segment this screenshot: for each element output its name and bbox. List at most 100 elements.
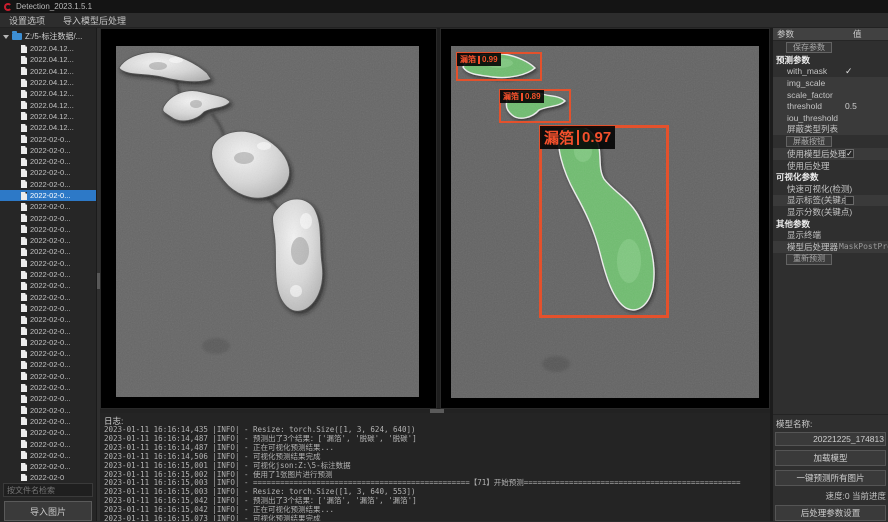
tree-item[interactable]: 2022-02-0...	[0, 156, 96, 167]
model-section: 模型名称: 20221225_174813 加载模型 一键预测所有图片 速度:0…	[773, 414, 888, 521]
filename-search-input[interactable]	[3, 483, 93, 497]
tree-item[interactable]: 2022.04.12...	[0, 77, 96, 88]
param-row[interactable]: scale_factor	[773, 89, 888, 101]
tree-item[interactable]: 2022-02-0...	[0, 461, 96, 472]
tree-item[interactable]: 2022.04.12...	[0, 54, 96, 65]
scrollbar-handle[interactable]	[430, 409, 444, 413]
import-images-button[interactable]: 导入图片	[4, 501, 92, 521]
tree-item[interactable]: 2022.04.12...	[0, 66, 96, 77]
folder-icon	[12, 33, 22, 40]
file-icon	[21, 372, 27, 380]
tree-item[interactable]: 2022-02-0...	[0, 438, 96, 449]
menu-item-import-postprocess[interactable]: 导入模型后处理	[54, 13, 135, 27]
tree-item[interactable]: 2022-02-0...	[0, 167, 96, 178]
param-button[interactable]: 屏蔽按钮	[786, 136, 832, 147]
tree-item[interactable]: 2022-02-0...	[0, 405, 96, 416]
file-tree[interactable]: Z:/5-标注数据/... 2022.04.12...2022.04.12...…	[0, 28, 96, 481]
param-label: scale_factor	[787, 90, 833, 100]
param-row[interactable]: 显示终端	[773, 229, 888, 241]
tree-item[interactable]: 2022-02-0...	[0, 258, 96, 269]
file-icon	[21, 361, 27, 369]
tree-item[interactable]: 2022-02-0...	[0, 303, 96, 314]
progress-text: 速度:0 当前进度	[773, 486, 888, 505]
param-row[interactable]: 显示分数(关键点)	[773, 206, 888, 218]
detection-class-name: 漏箔	[460, 54, 476, 65]
param-row[interactable]: 屏蔽类型列表	[773, 124, 888, 136]
tree-item[interactable]: 2022.04.12...	[0, 99, 96, 110]
load-model-button[interactable]: 加载模型	[775, 450, 886, 466]
tree-item[interactable]: 2022-02-0...	[0, 179, 96, 190]
log-area[interactable]: 日志: 2023-01-11 16:16:14,435 |INFO| - Res…	[100, 413, 770, 521]
predict-all-button[interactable]: 一键预测所有图片	[775, 470, 886, 486]
tree-item[interactable]: 2022-02-0...	[0, 450, 96, 461]
param-row[interactable]: 使用后处理	[773, 160, 888, 172]
file-icon	[21, 259, 27, 267]
menu-item-settings[interactable]: 设置选项	[0, 13, 54, 27]
tree-item-label: 2022-02-0...	[30, 293, 70, 302]
tree-item[interactable]: 2022-02-0...	[0, 371, 96, 382]
file-icon	[21, 248, 27, 256]
param-row[interactable]: threshold0.5	[773, 100, 888, 112]
file-icon	[21, 350, 27, 358]
tree-item[interactable]: 2022-02-0...	[0, 337, 96, 348]
tree-item[interactable]: 2022-02-0...	[0, 427, 96, 438]
param-row[interactable]: img_scale	[773, 77, 888, 89]
tree-item[interactable]: 2022-02-0...	[0, 292, 96, 303]
tree-item[interactable]: 2022.04.12...	[0, 88, 96, 99]
param-button[interactable]: 保存参数	[786, 42, 832, 53]
param-row[interactable]: 显示标签(关键点)	[773, 195, 888, 207]
tree-item-label: 2022-02-0...	[30, 394, 70, 403]
param-row[interactable]: 模型后处理器MaskPostPro	[773, 241, 888, 253]
tree-item[interactable]: 2022-02-0...	[0, 224, 96, 235]
tree-item[interactable]: 2022-02-0...	[0, 359, 96, 370]
file-icon	[21, 451, 27, 459]
tree-item[interactable]: 2022-02-0...	[0, 269, 96, 280]
tree-item[interactable]: 2022-02-0...	[0, 416, 96, 427]
param-label: 快速可视化(检测)	[787, 183, 852, 195]
param-button[interactable]: 重新预测	[786, 254, 832, 265]
tree-item[interactable]: 2022-02-0...	[0, 201, 96, 212]
tree-item-label: 2022-02-0...	[30, 372, 70, 381]
file-icon	[21, 429, 27, 437]
postprocess-settings-button[interactable]: 后处理参数设置	[775, 505, 886, 521]
menu-bar: 设置选项 导入模型后处理	[0, 13, 888, 28]
window-title: Detection_2023.1.5.1	[16, 2, 92, 11]
tree-item[interactable]: 2022-02-0...	[0, 145, 96, 156]
tree-item[interactable]: 2022-02-0...	[0, 235, 96, 246]
param-row[interactable]: with_mask✓	[773, 66, 888, 78]
tree-item[interactable]: 2022-02-0...	[0, 190, 96, 201]
param-row[interactable]: 使用模型后处理✓	[773, 148, 888, 160]
tree-item[interactable]: 2022-02-0...	[0, 393, 96, 404]
checkbox-empty[interactable]	[845, 196, 854, 205]
expand-arrow-icon[interactable]	[3, 35, 9, 39]
tree-item[interactable]: 2022-02-0...	[0, 212, 96, 223]
prediction-image-panel[interactable]: 漏箔0.99漏箔0.89漏箔0.97	[440, 28, 770, 409]
tree-item[interactable]: 2022.04.12...	[0, 111, 96, 122]
model-name-field[interactable]: 20221225_174813	[775, 432, 886, 446]
param-section-row: 其他参数	[773, 218, 888, 230]
param-row[interactable]: iou_threshold	[773, 112, 888, 124]
param-row[interactable]: 快速可视化(检测)	[773, 183, 888, 195]
tree-item[interactable]: 2022-02-0...	[0, 280, 96, 291]
tree-item[interactable]: 2022-02-0...	[0, 314, 96, 325]
tree-item-label: 2022-02-0...	[30, 247, 70, 256]
param-label: 显示终端	[787, 229, 821, 241]
tree-item[interactable]: 2022-02-0...	[0, 325, 96, 336]
tree-item[interactable]: 2022-02-0...	[0, 348, 96, 359]
tree-root-folder[interactable]: Z:/5-标注数据/...	[0, 30, 96, 43]
tree-item[interactable]: 2022-02-0...	[0, 133, 96, 144]
file-icon	[21, 135, 27, 143]
tree-item-label: 2022-02-0...	[30, 236, 70, 245]
tree-item-label: 2022-02-0...	[30, 214, 70, 223]
horizontal-scrollbar[interactable]	[100, 409, 770, 413]
tree-item[interactable]: 2022-02-0	[0, 472, 96, 481]
checkbox-checked[interactable]: ✓	[845, 149, 854, 158]
tree-item[interactable]: 2022-02-0...	[0, 382, 96, 393]
tree-item[interactable]: 2022-02-0...	[0, 246, 96, 257]
tree-item[interactable]: 2022.04.12...	[0, 122, 96, 133]
tree-item[interactable]: 2022.04.12...	[0, 43, 96, 54]
file-icon	[21, 338, 27, 346]
detection-score: 0.99	[482, 55, 498, 64]
original-image-panel[interactable]	[100, 28, 437, 409]
file-icon	[21, 225, 27, 233]
